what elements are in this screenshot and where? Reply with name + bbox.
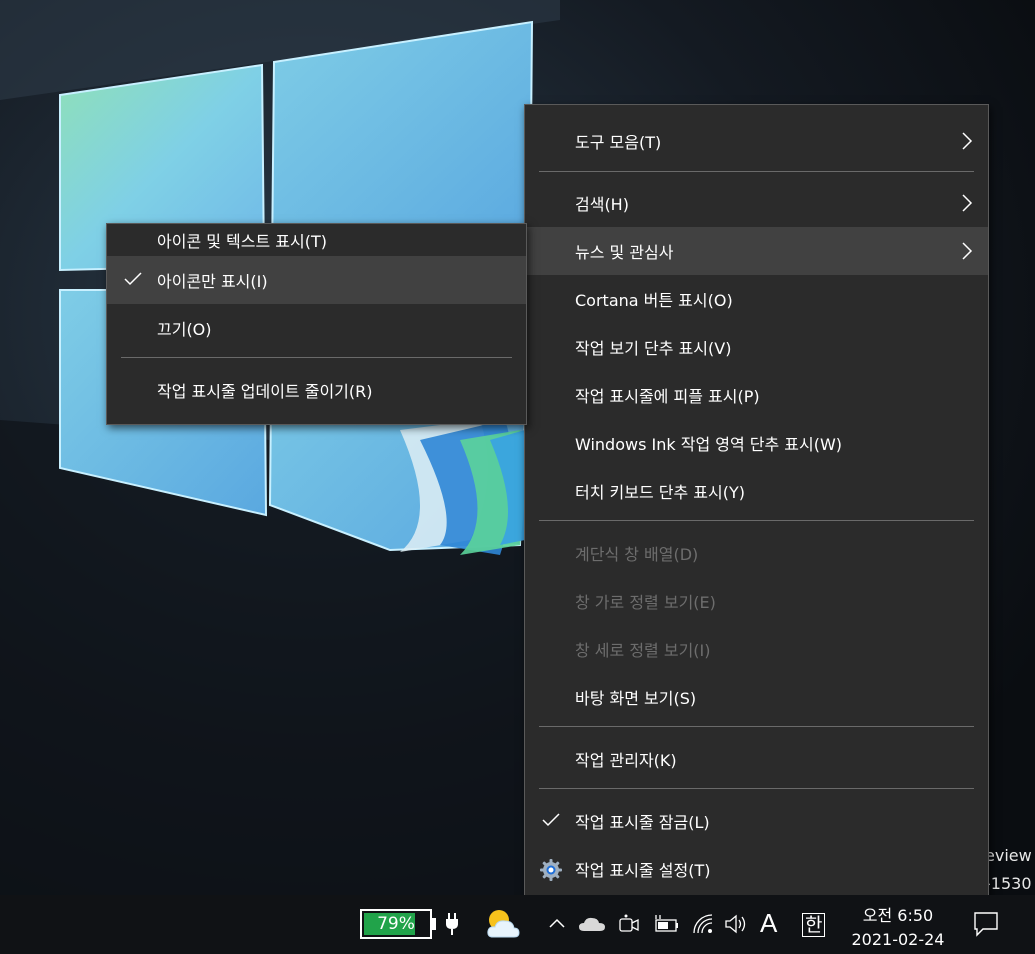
volume-icon[interactable]: [724, 913, 750, 935]
menu-separator: [539, 520, 974, 521]
onedrive-cloud-icon[interactable]: [578, 915, 606, 933]
menu-item-taskbar-settings[interactable]: 작업 표시줄 설정(T): [525, 845, 988, 893]
chevron-right-icon: [962, 132, 973, 150]
menu-item-label: 작업 보기 단추 표시(V): [575, 339, 732, 358]
menu-separator: [539, 726, 974, 727]
gear-icon: [540, 859, 562, 881]
battery-tip: [432, 918, 436, 930]
menu-item-label: 작업 표시줄 설정(T): [575, 861, 711, 880]
submenu-item-icon-and-text[interactable]: 아이콘 및 텍스트 표시(T): [107, 224, 526, 256]
battery-indicator[interactable]: 79%: [360, 909, 440, 941]
submenu-item-reduce-taskbar-updates[interactable]: 작업 표시줄 업데이트 줄이기(R): [107, 366, 526, 414]
menu-item-task-manager[interactable]: 작업 관리자(K): [525, 735, 988, 783]
menu-item-label: Cortana 버튼 표시(O): [575, 291, 733, 310]
ime-mode-indicator[interactable]: A: [760, 908, 777, 939]
battery-outline: 79%: [360, 909, 432, 939]
news-interests-submenu: 아이콘 및 텍스트 표시(T) 아이콘만 표시(I) 끄기(O) 작업 표시줄 …: [106, 223, 527, 425]
menu-item-show-people[interactable]: 작업 표시줄에 피플 표시(P): [525, 371, 988, 419]
menu-item-side-by-side-windows[interactable]: 창 세로 정렬 보기(I): [525, 625, 988, 673]
menu-item-show-task-view[interactable]: 작업 보기 단추 표시(V): [525, 323, 988, 371]
menu-item-label: 터치 키보드 단추 표시(Y): [575, 483, 745, 502]
menu-item-show-windows-ink[interactable]: Windows Ink 작업 영역 단추 표시(W): [525, 419, 988, 467]
plug-icon: [446, 913, 458, 935]
menu-item-search[interactable]: 검색(H): [525, 179, 988, 227]
taskbar: 79% A 한 오전 6:50 2021-02-24: [0, 895, 1035, 954]
menu-item-label: 작업 관리자(K): [575, 751, 677, 770]
taskbar-clock[interactable]: 오전 6:50 2021-02-24: [842, 901, 954, 951]
menu-item-label: 작업 표시줄 업데이트 줄이기(R): [157, 382, 373, 401]
menu-item-label: 창 가로 정렬 보기(E): [575, 593, 716, 612]
submenu-item-turn-off[interactable]: 끄기(O): [107, 304, 526, 352]
build-watermark-line2: -1530: [985, 874, 1032, 893]
wifi-icon[interactable]: [692, 913, 714, 935]
weather-partly-cloudy-icon[interactable]: [485, 907, 521, 941]
chevron-right-icon: [962, 242, 973, 260]
menu-item-label: 계단식 창 배열(D): [575, 545, 699, 564]
chevron-up-icon[interactable]: [548, 917, 566, 929]
menu-item-label: 작업 표시줄 잠금(L): [575, 813, 710, 832]
menu-separator: [539, 171, 974, 172]
menu-item-stack-windows[interactable]: 창 가로 정렬 보기(E): [525, 577, 988, 625]
menu-item-label: Windows Ink 작업 영역 단추 표시(W): [575, 435, 843, 454]
menu-item-show-cortana[interactable]: Cortana 버튼 표시(O): [525, 275, 988, 323]
menu-item-cascade-windows[interactable]: 계단식 창 배열(D): [525, 529, 988, 577]
menu-item-label: 검색(H): [575, 195, 629, 214]
submenu-item-icon-only[interactable]: 아이콘만 표시(I): [107, 256, 526, 304]
menu-item-label: 창 세로 정렬 보기(I): [575, 641, 711, 660]
checkmark-icon: [124, 272, 142, 286]
menu-separator: [121, 357, 512, 358]
battery-percent: 79%: [377, 914, 415, 934]
checkmark-icon: [542, 813, 560, 827]
clock-time: 오전 6:50: [862, 906, 934, 925]
action-center-icon[interactable]: [973, 911, 999, 937]
menu-separator: [539, 788, 974, 789]
menu-item-news-and-interests[interactable]: 뉴스 및 관심사: [525, 227, 988, 275]
menu-item-label: 끄기(O): [157, 320, 212, 339]
menu-item-label: 아이콘 및 텍스트 표시(T): [157, 232, 327, 251]
menu-item-show-touch-keyboard[interactable]: 터치 키보드 단추 표시(Y): [525, 467, 988, 515]
menu-item-show-desktop[interactable]: 바탕 화면 보기(S): [525, 673, 988, 721]
chevron-right-icon: [962, 194, 973, 212]
menu-item-toolbars[interactable]: 도구 모음(T): [525, 117, 988, 165]
menu-item-label: 아이콘만 표시(I): [157, 272, 268, 291]
ime-language-indicator[interactable]: 한: [802, 913, 826, 937]
menu-item-label: 작업 표시줄에 피플 표시(P): [575, 387, 760, 406]
taskbar-context-menu: 도구 모음(T) 검색(H) 뉴스 및 관심사 Cortana 버튼 표시(O)…: [524, 104, 989, 904]
menu-item-label: 뉴스 및 관심사: [575, 243, 674, 262]
menu-item-lock-taskbar[interactable]: 작업 표시줄 잠금(L): [525, 797, 988, 845]
menu-item-label: 도구 모음(T): [575, 133, 662, 152]
menu-item-label: 바탕 화면 보기(S): [575, 689, 697, 708]
meet-now-icon[interactable]: [618, 913, 640, 935]
build-watermark-line1: eview: [985, 846, 1032, 865]
clock-date: 2021-02-24: [851, 930, 945, 949]
power-battery-icon[interactable]: [652, 913, 680, 935]
